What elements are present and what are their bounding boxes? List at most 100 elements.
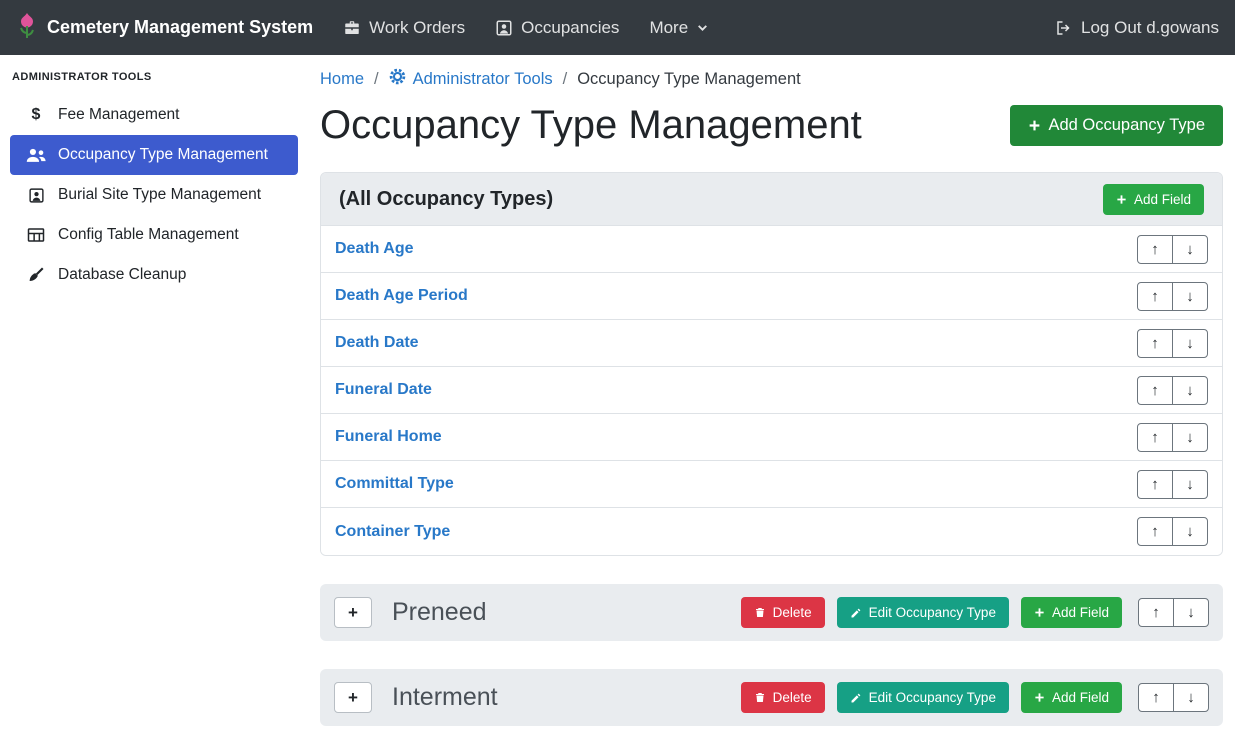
- breadcrumb-admin-tools[interactable]: Administrator Tools: [389, 68, 553, 90]
- field-link[interactable]: Funeral Date: [335, 381, 432, 399]
- field-row: Funeral Home ↑ ↓: [321, 414, 1222, 461]
- sidebar-item-label: Database Cleanup: [58, 266, 186, 284]
- move-up-button[interactable]: ↑: [1138, 683, 1174, 712]
- field-link[interactable]: Death Age: [335, 240, 414, 258]
- move-up-button[interactable]: ↑: [1137, 423, 1173, 452]
- breadcrumb-admin-label: Administrator Tools: [413, 70, 553, 89]
- field-row: Committal Type ↑ ↓: [321, 461, 1222, 508]
- card-title: (All Occupancy Types): [339, 188, 553, 211]
- add-field-label: Add Field: [1052, 690, 1109, 705]
- table-icon: [24, 227, 48, 243]
- top-navbar: Cemetery Management System Work Orders O…: [0, 0, 1235, 55]
- move-up-button[interactable]: ↑: [1137, 517, 1173, 546]
- sidebar-item-occupancy-type-management[interactable]: Occupancy Type Management: [10, 135, 298, 175]
- edit-occupancy-type-button[interactable]: Edit Occupancy Type: [837, 597, 1009, 628]
- nav-more[interactable]: More: [649, 18, 709, 38]
- title-row: Occupancy Type Management Add Occupancy …: [320, 103, 1223, 148]
- nav-link-label: More: [649, 18, 688, 38]
- field-link[interactable]: Container Type: [335, 523, 450, 541]
- move-down-button[interactable]: ↓: [1173, 683, 1209, 712]
- sidebar-item-config-table-management[interactable]: Config Table Management: [10, 215, 298, 255]
- field-link[interactable]: Funeral Home: [335, 428, 442, 446]
- move-up-button[interactable]: ↑: [1137, 235, 1173, 264]
- reorder-buttons: ↑ ↓: [1137, 235, 1208, 264]
- section-title: Preneed: [392, 598, 487, 627]
- reorder-buttons: ↑ ↓: [1137, 329, 1208, 358]
- breadcrumb-separator: /: [563, 70, 568, 89]
- field-link[interactable]: Death Date: [335, 334, 419, 352]
- section-actions: Delete Edit Occupancy Type Add Field ↑: [741, 682, 1209, 713]
- nav-link-label: Occupancies: [521, 18, 619, 38]
- move-down-button[interactable]: ↓: [1172, 282, 1208, 311]
- breadcrumb-separator: /: [374, 70, 379, 89]
- delete-button[interactable]: Delete: [741, 682, 825, 713]
- plus-icon: [1116, 194, 1127, 205]
- flower-icon: [16, 12, 38, 44]
- card-header: (All Occupancy Types) Add Field: [321, 173, 1222, 226]
- sidebar-item-database-cleanup[interactable]: Database Cleanup: [10, 255, 298, 295]
- move-down-button[interactable]: ↓: [1172, 470, 1208, 499]
- move-down-button[interactable]: ↓: [1172, 329, 1208, 358]
- delete-button[interactable]: Delete: [741, 597, 825, 628]
- move-up-button[interactable]: ↑: [1137, 282, 1173, 311]
- breadcrumb-home[interactable]: Home: [320, 70, 364, 89]
- trash-icon: [754, 606, 766, 619]
- move-down-button[interactable]: ↓: [1172, 423, 1208, 452]
- reorder-buttons: ↑ ↓: [1138, 598, 1209, 627]
- sidebar-item-burial-site-type-management[interactable]: Burial Site Type Management: [10, 175, 298, 215]
- reorder-buttons: ↑ ↓: [1137, 470, 1208, 499]
- field-row: Death Date ↑ ↓: [321, 320, 1222, 367]
- nav-work-orders[interactable]: Work Orders: [343, 18, 465, 38]
- dollar-icon: $: [24, 106, 48, 124]
- edit-occupancy-type-label: Edit Occupancy Type: [869, 690, 996, 705]
- move-up-button[interactable]: ↑: [1137, 329, 1173, 358]
- occupancy-type-section-interment: + Interment Delete Edit Occupancy Type: [320, 669, 1223, 726]
- move-down-button[interactable]: ↓: [1172, 517, 1208, 546]
- section-actions: Delete Edit Occupancy Type Add Field ↑: [741, 597, 1209, 628]
- sidebar-item-fee-management[interactable]: $ Fee Management: [10, 95, 298, 135]
- move-down-button[interactable]: ↓: [1172, 376, 1208, 405]
- pencil-icon: [850, 607, 862, 619]
- section-title: Interment: [392, 683, 498, 712]
- delete-label: Delete: [773, 605, 812, 620]
- page-title: Occupancy Type Management: [320, 103, 862, 148]
- main-content: Home / Administrator Tools / Occupancy T…: [308, 55, 1235, 738]
- field-row: Container Type ↑ ↓: [321, 508, 1222, 555]
- field-link[interactable]: Death Age Period: [335, 287, 468, 305]
- move-up-button[interactable]: ↑: [1137, 376, 1173, 405]
- reorder-buttons: ↑ ↓: [1137, 282, 1208, 311]
- burial-site-icon: [24, 187, 48, 204]
- logout-icon: [1055, 19, 1073, 37]
- add-field-button[interactable]: Add Field: [1021, 682, 1122, 713]
- expand-button[interactable]: +: [334, 597, 372, 628]
- logout-link[interactable]: Log Out d.gowans: [1055, 18, 1219, 38]
- add-field-button[interactable]: Add Field: [1021, 597, 1122, 628]
- gear-icon: [389, 68, 406, 90]
- occupancies-icon: [495, 19, 513, 37]
- add-occupancy-type-label: Add Occupancy Type: [1048, 116, 1205, 135]
- sidebar-heading: ADMINISTRATOR TOOLS: [0, 67, 308, 95]
- expand-button[interactable]: +: [334, 682, 372, 713]
- move-up-button[interactable]: ↑: [1138, 598, 1174, 627]
- sidebar-item-label: Config Table Management: [58, 226, 239, 244]
- occupancy-type-section-preneed: + Preneed Delete Edit Occupancy Type: [320, 584, 1223, 641]
- add-field-button[interactable]: Add Field: [1103, 184, 1204, 215]
- nav-occupancies[interactable]: Occupancies: [495, 18, 619, 38]
- work-orders-icon: [343, 19, 361, 37]
- move-down-button[interactable]: ↓: [1173, 598, 1209, 627]
- sidebar-item-label: Burial Site Type Management: [58, 186, 261, 204]
- field-link[interactable]: Committal Type: [335, 475, 454, 493]
- breadcrumb-current: Occupancy Type Management: [577, 70, 801, 89]
- delete-label: Delete: [773, 690, 812, 705]
- field-row: Death Age Period ↑ ↓: [321, 273, 1222, 320]
- users-icon: [24, 147, 48, 163]
- move-down-button[interactable]: ↓: [1172, 235, 1208, 264]
- add-occupancy-type-button[interactable]: Add Occupancy Type: [1010, 105, 1223, 146]
- add-field-label: Add Field: [1134, 192, 1191, 207]
- edit-occupancy-type-button[interactable]: Edit Occupancy Type: [837, 682, 1009, 713]
- chevron-down-icon: [696, 21, 709, 34]
- move-up-button[interactable]: ↑: [1137, 470, 1173, 499]
- sidebar-item-label: Occupancy Type Management: [58, 146, 268, 164]
- app-brand[interactable]: Cemetery Management System: [16, 12, 313, 44]
- sidebar: ADMINISTRATOR TOOLS $ Fee Management Occ…: [0, 55, 308, 738]
